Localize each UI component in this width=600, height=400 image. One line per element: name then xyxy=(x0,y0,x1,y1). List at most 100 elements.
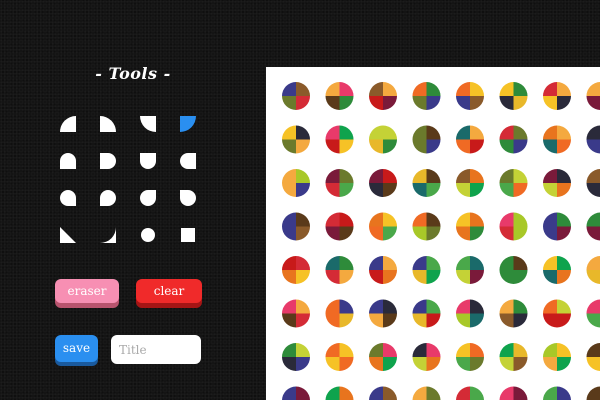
pattern-quadrant xyxy=(513,386,528,400)
pattern-cell[interactable] xyxy=(282,256,310,284)
pattern-cell[interactable] xyxy=(325,125,354,154)
pattern-cell[interactable] xyxy=(412,212,441,241)
pattern-quadrant xyxy=(470,386,484,400)
pattern-cell[interactable] xyxy=(499,386,528,400)
pattern-cell[interactable] xyxy=(369,343,397,371)
pattern-cell[interactable] xyxy=(543,125,571,154)
pattern-cell[interactable] xyxy=(543,299,571,328)
pattern-cell[interactable] xyxy=(543,343,571,371)
pattern-cell[interactable] xyxy=(412,169,441,197)
pattern-quadrant xyxy=(499,139,514,154)
pattern-cell[interactable] xyxy=(499,212,528,241)
pattern-cell[interactable] xyxy=(499,299,528,328)
pattern-cell[interactable] xyxy=(543,256,571,284)
pattern-cell[interactable] xyxy=(369,386,397,400)
pattern-quadrant xyxy=(296,299,310,314)
pattern-quadrant xyxy=(282,125,296,140)
pattern-cell[interactable] xyxy=(412,386,441,400)
pattern-cell[interactable] xyxy=(456,386,484,400)
pattern-cell[interactable] xyxy=(325,82,354,110)
pattern-cell[interactable] xyxy=(325,169,354,197)
quarter-circle-top-right-icon[interactable] xyxy=(100,116,116,132)
pattern-cell[interactable] xyxy=(412,125,441,154)
pattern-cell[interactable] xyxy=(586,343,600,371)
pattern-cell[interactable] xyxy=(282,125,310,154)
pattern-quadrant xyxy=(557,386,571,400)
pattern-cell[interactable] xyxy=(282,299,310,328)
quarter-wedge-right-icon[interactable] xyxy=(100,227,116,243)
pattern-quadrant xyxy=(426,343,441,357)
half-circle-left-icon[interactable] xyxy=(180,153,196,169)
pattern-cell[interactable] xyxy=(369,256,397,284)
drawing-canvas[interactable] xyxy=(266,67,600,400)
pattern-cell[interactable] xyxy=(325,212,354,241)
pattern-cell[interactable] xyxy=(456,256,484,284)
pattern-cell[interactable] xyxy=(456,299,484,328)
square-icon[interactable] xyxy=(180,227,196,243)
leaf-top-right-icon[interactable] xyxy=(140,190,156,206)
pattern-cell[interactable] xyxy=(282,212,310,241)
pattern-cell[interactable] xyxy=(282,386,310,400)
pattern-cell[interactable] xyxy=(412,82,441,110)
save-button[interactable]: save xyxy=(55,335,98,362)
pattern-cell[interactable] xyxy=(586,169,600,197)
pattern-cell[interactable] xyxy=(456,82,484,110)
leaf-bottom-right-icon[interactable] xyxy=(60,190,76,206)
pattern-cell[interactable] xyxy=(369,125,397,154)
pattern-cell[interactable] xyxy=(499,343,528,371)
pattern-cell[interactable] xyxy=(325,299,354,328)
pattern-cell[interactable] xyxy=(456,212,484,241)
pattern-cell[interactable] xyxy=(586,82,600,110)
half-circle-bottom-icon[interactable] xyxy=(140,153,156,169)
pattern-cell[interactable] xyxy=(282,343,310,371)
pattern-cell[interactable] xyxy=(586,299,600,328)
half-circle-top-icon[interactable] xyxy=(60,153,76,169)
pattern-quadrant xyxy=(586,82,600,96)
pattern-cell[interactable] xyxy=(369,82,397,110)
eraser-button[interactable]: eraser xyxy=(55,279,119,303)
pattern-cell[interactable] xyxy=(499,82,528,110)
pattern-cell[interactable] xyxy=(456,169,484,197)
pattern-cell[interactable] xyxy=(325,256,354,284)
pattern-grid[interactable] xyxy=(266,67,600,400)
pattern-cell[interactable] xyxy=(412,299,441,328)
pattern-cell[interactable] xyxy=(586,256,600,284)
quarter-wedge-left-icon[interactable] xyxy=(60,227,76,243)
pattern-cell[interactable] xyxy=(369,299,397,328)
pattern-cell[interactable] xyxy=(456,343,484,371)
quarter-circle-selected-icon[interactable] xyxy=(180,116,196,132)
pattern-quadrant xyxy=(339,299,354,314)
pattern-cell[interactable] xyxy=(499,169,528,197)
pattern-cell[interactable] xyxy=(369,212,397,241)
pattern-cell[interactable] xyxy=(325,343,354,371)
pattern-cell[interactable] xyxy=(543,169,571,197)
pattern-cell[interactable] xyxy=(282,82,310,110)
half-circle-right-icon[interactable] xyxy=(100,153,116,169)
pattern-cell[interactable] xyxy=(412,256,441,284)
title-input[interactable] xyxy=(111,335,201,364)
pattern-cell[interactable] xyxy=(412,343,441,371)
pattern-quadrant xyxy=(586,256,600,270)
pattern-cell[interactable] xyxy=(456,125,484,154)
pattern-quadrant xyxy=(543,96,557,110)
pattern-cell[interactable] xyxy=(325,386,354,400)
pattern-cell[interactable] xyxy=(499,125,528,154)
leaf-bottom-left-icon[interactable] xyxy=(100,190,116,206)
leaf-top-left-icon[interactable] xyxy=(180,190,196,206)
quarter-circle-bottom-left-icon[interactable] xyxy=(140,116,156,132)
pattern-cell[interactable] xyxy=(499,256,528,284)
quarter-circle-top-left-icon[interactable] xyxy=(60,116,76,132)
pattern-quadrant xyxy=(586,386,600,400)
pattern-quadrant xyxy=(456,169,470,183)
pattern-cell[interactable] xyxy=(586,386,600,400)
pattern-cell[interactable] xyxy=(586,212,600,241)
clear-button[interactable]: clear xyxy=(136,279,202,303)
circle-icon[interactable] xyxy=(140,227,156,243)
pattern-cell[interactable] xyxy=(369,169,397,197)
pattern-cell[interactable] xyxy=(543,82,571,110)
pattern-quadrant xyxy=(586,270,600,284)
pattern-cell[interactable] xyxy=(282,169,310,197)
pattern-cell[interactable] xyxy=(586,125,600,154)
pattern-cell[interactable] xyxy=(543,386,571,400)
pattern-cell[interactable] xyxy=(543,212,571,241)
